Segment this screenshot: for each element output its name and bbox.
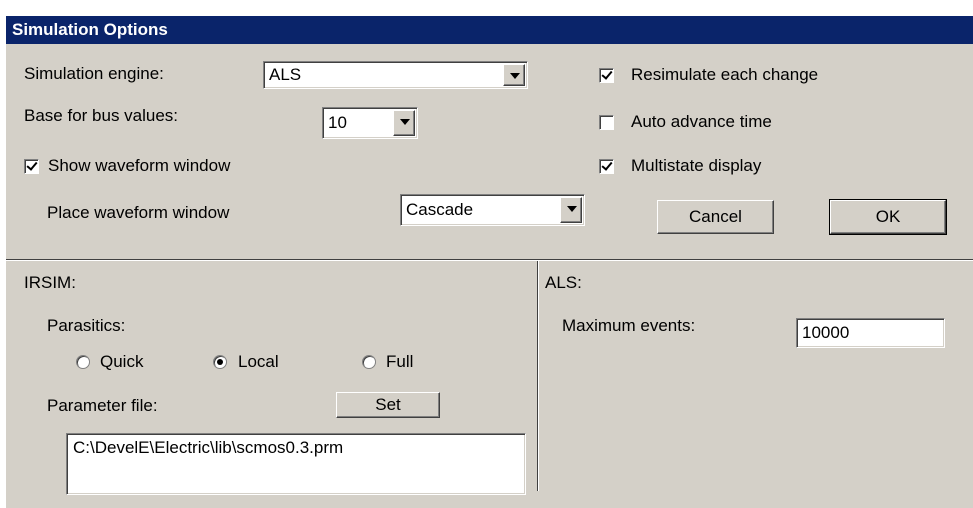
resimulate-label: Resimulate each change <box>631 65 819 84</box>
simulation-engine-dropdown[interactable]: ALS <box>263 61 528 89</box>
auto-advance-label: Auto advance time <box>631 112 772 131</box>
bus-base-value: 10 <box>328 113 347 132</box>
chevron-down-icon[interactable] <box>560 197 582 223</box>
parasitics-full-radio[interactable] <box>362 355 376 369</box>
parameter-file-field[interactable]: C:\DevelE\Electric\lib\scmos0.3.prm <box>66 433 526 495</box>
chevron-down-icon[interactable] <box>503 64 525 86</box>
parasitics-full-label: Full <box>386 352 414 371</box>
simulation-engine-label: Simulation engine: <box>24 64 164 83</box>
show-waveform-label: Show waveform window <box>48 156 231 175</box>
cancel-button[interactable]: Cancel <box>657 200 774 234</box>
irsim-section-title: IRSIM: <box>24 273 76 292</box>
simulation-options-dialog: Simulation Options Simulation engine: AL… <box>6 16 973 508</box>
simulation-engine-value: ALS <box>269 65 302 84</box>
column-divider <box>537 261 539 491</box>
place-waveform-label: Place waveform window <box>47 203 230 222</box>
show-waveform-checkbox[interactable] <box>24 159 39 174</box>
max-events-label: Maximum events: <box>562 316 696 335</box>
parasitics-local-radio[interactable] <box>213 355 227 369</box>
multistate-label: Multistate display <box>631 156 762 175</box>
chevron-down-icon[interactable] <box>393 110 415 136</box>
auto-advance-checkbox[interactable] <box>599 115 614 130</box>
place-waveform-dropdown[interactable]: Cascade <box>400 194 585 226</box>
parasitics-quick-radio[interactable] <box>76 355 90 369</box>
dialog-title: Simulation Options <box>6 16 973 44</box>
parasitics-local-label: Local <box>238 352 279 371</box>
parameter-file-label: Parameter file: <box>47 396 158 415</box>
bus-base-dropdown[interactable]: 10 <box>322 107 418 139</box>
parasitics-label: Parasitics: <box>47 316 126 335</box>
place-waveform-value: Cascade <box>406 200 474 219</box>
set-parameter-file-button[interactable]: Set <box>336 392 440 418</box>
parameter-file-value: C:\DevelE\Electric\lib\scmos0.3.prm <box>73 438 344 457</box>
als-section-title: ALS: <box>545 273 582 292</box>
max-events-value: 10000 <box>802 323 850 342</box>
ok-button[interactable]: OK <box>829 199 947 235</box>
parasitics-quick-label: Quick <box>100 352 144 371</box>
section-divider <box>6 259 973 261</box>
multistate-checkbox[interactable] <box>599 159 614 174</box>
bus-base-label: Base for bus values: <box>24 106 179 125</box>
resimulate-checkbox[interactable] <box>599 68 614 83</box>
max-events-input[interactable]: 10000 <box>796 318 945 348</box>
